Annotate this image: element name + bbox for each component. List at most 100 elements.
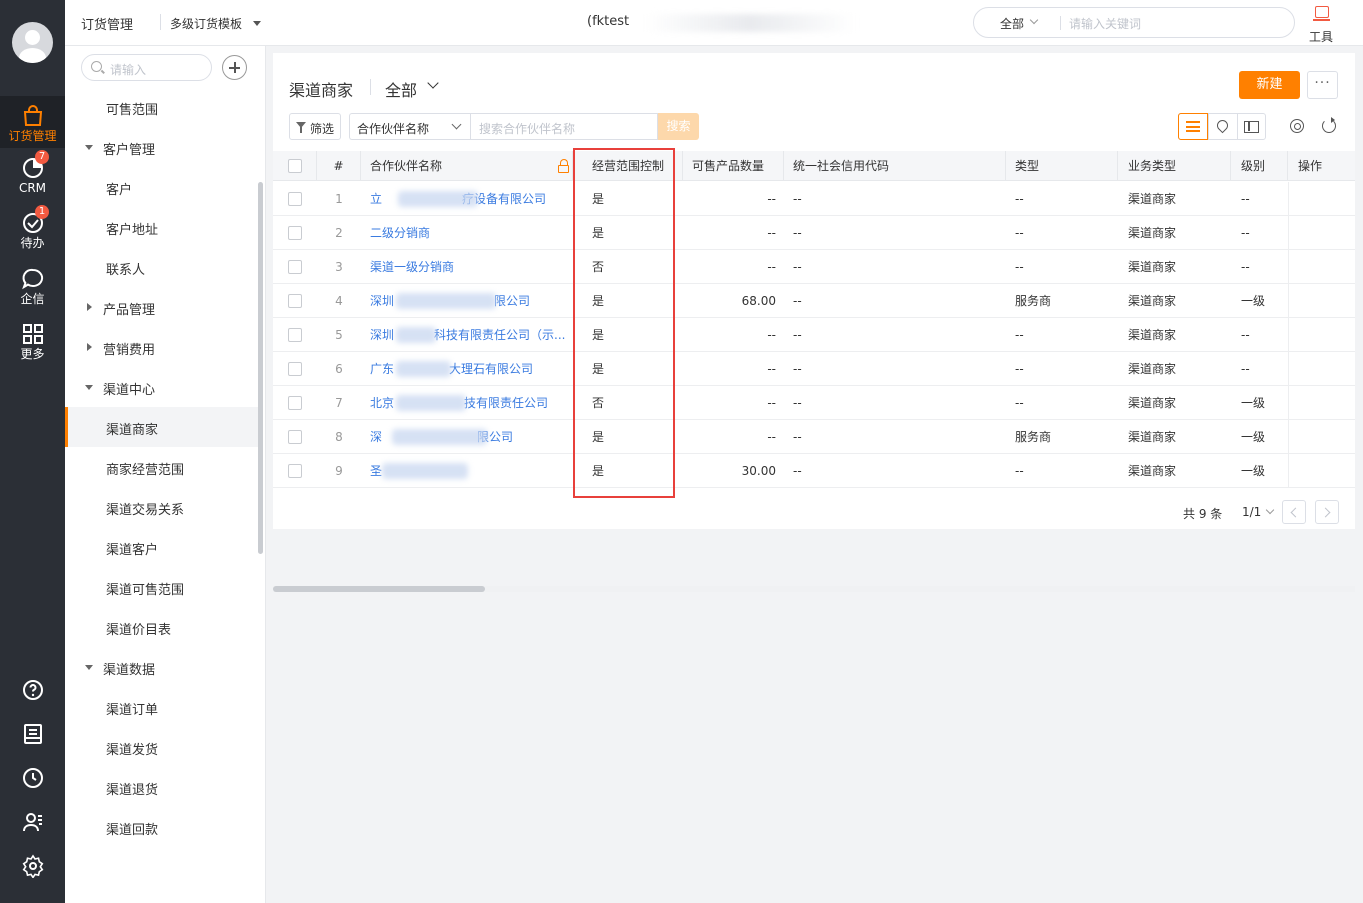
partner-name-link[interactable]: 深圳 限公司 (361, 284, 573, 317)
refresh-icon[interactable] (1322, 117, 1336, 133)
partner-name-link[interactable]: 圣 (361, 454, 573, 487)
partner-name-link[interactable]: 广东 大理石有限公司 (361, 352, 573, 385)
chevron-down-icon[interactable] (253, 21, 261, 26)
row-checkbox[interactable] (288, 464, 302, 478)
nav-item-customer-address[interactable]: 客户地址 (65, 207, 261, 247)
list-view-button[interactable] (1178, 113, 1208, 140)
search-button[interactable]: 搜索 (658, 113, 699, 140)
rail-item-order-management[interactable]: 订货管理 (0, 96, 65, 148)
nav-scrollbar[interactable] (258, 182, 263, 554)
table-row[interactable]: 1 立疗设备有限公司 是 -- -- -- 渠道商家 -- (273, 182, 1355, 216)
add-button[interactable] (222, 55, 247, 80)
nav-item-channel-return[interactable]: 渠道退货 (65, 767, 261, 807)
search-scope-select[interactable]: 全部 (1000, 15, 1024, 32)
nav-item-channel-sellable-scope[interactable]: 渠道可售范围 (65, 567, 261, 607)
row-checkbox[interactable] (288, 294, 302, 308)
partner-name-head: 深圳 (370, 294, 395, 308)
table-row[interactable]: 9 圣 是 30.00 -- -- 渠道商家 一级 (273, 454, 1355, 488)
col-header-type[interactable]: 类型 (1006, 151, 1118, 180)
table-row[interactable]: 7 北京 技有限责任公司 否 -- -- -- 渠道商家 一级 (273, 386, 1355, 420)
nav-group-marketing-expense[interactable]: 营销费用 (65, 327, 261, 367)
partner-name-link[interactable]: 渠道一级分销商 (361, 250, 573, 283)
clock-icon[interactable] (21, 766, 45, 790)
row-checkbox[interactable] (288, 192, 302, 206)
select-all-checkbox[interactable] (288, 159, 302, 173)
table-settings-icon[interactable] (1290, 119, 1304, 133)
nav-item-customer[interactable]: 客户 (65, 167, 261, 207)
table-row[interactable]: 3 渠道一级分销商 否 -- -- -- 渠道商家 -- (273, 250, 1355, 284)
credit-code-cell: -- (793, 464, 802, 478)
col-header-qty[interactable]: 可售产品数量 (683, 151, 784, 180)
row-checkbox[interactable] (288, 430, 302, 444)
more-actions-button[interactable]: ··· (1307, 71, 1338, 99)
partner-name-link[interactable]: 立疗设备有限公司 (361, 182, 573, 215)
nav-item-channel-trade-relation[interactable]: 渠道交易关系 (65, 487, 261, 527)
shopping-bag-icon (23, 105, 43, 126)
row-checkbox[interactable] (288, 226, 302, 240)
nav-item-channel-merchant[interactable]: 渠道商家 (65, 407, 261, 447)
map-view-button[interactable] (1209, 114, 1238, 139)
table-row[interactable]: 2 二级分销商 是 -- -- -- 渠道商家 -- (273, 216, 1355, 250)
partner-name-link[interactable]: 深圳 科技有限责任公司（示... (361, 318, 573, 351)
user-avatar[interactable] (12, 22, 53, 63)
col-header-scope[interactable]: 经营范围控制 (573, 151, 683, 180)
nav-item-contacts[interactable]: 联系人 (65, 247, 261, 287)
chevron-down-icon[interactable] (1029, 15, 1039, 25)
nav-group-channel-data[interactable]: 渠道数据 (65, 647, 261, 687)
row-checkbox[interactable] (288, 260, 302, 274)
partner-name-link[interactable]: 北京 技有限责任公司 (361, 386, 573, 419)
global-search-input[interactable]: 请输入关键词 (1069, 15, 1141, 32)
keyword-search-input[interactable]: 搜索合作伙伴名称 (470, 113, 658, 140)
row-checkbox[interactable] (288, 328, 302, 342)
search-field-select[interactable]: 合作伙伴名称 (349, 113, 470, 140)
partner-name-link[interactable]: 二级分销商 (361, 216, 573, 249)
nav-search-input[interactable]: 请输入 (81, 54, 212, 81)
template-selector[interactable]: 多级订货模板 (170, 15, 242, 32)
rail-item-todo[interactable]: 1 待办 (0, 203, 65, 255)
pager-next-button[interactable] (1315, 500, 1339, 524)
tools-button[interactable]: 工具 (1301, 4, 1341, 44)
col-header-code[interactable]: 统一社会信用代码 (784, 151, 1006, 180)
redacted-text (396, 327, 436, 343)
table-row[interactable]: 4 深圳 限公司 是 68.00 -- 服务商 渠道商家 一级 (273, 284, 1355, 318)
nav-item-channel-delivery[interactable]: 渠道发货 (65, 727, 261, 767)
split-view-button[interactable] (1238, 114, 1267, 139)
chevron-down-icon[interactable] (1265, 505, 1275, 515)
contacts-icon[interactable] (21, 810, 45, 834)
settings-icon[interactable] (21, 854, 45, 878)
row-checkbox[interactable] (288, 362, 302, 376)
table-hscroll-thumb[interactable] (273, 586, 485, 592)
pager-total: 共 9 条 (1183, 507, 1223, 521)
nav-item-label: 联系人 (106, 263, 146, 278)
nav-item-channel-payment[interactable]: 渠道回款 (65, 807, 261, 847)
nav-item-channel-price-list[interactable]: 渠道价目表 (65, 607, 261, 647)
notebook-icon[interactable] (21, 722, 45, 746)
new-button[interactable]: 新建 (1239, 71, 1300, 99)
table-row[interactable]: 5 深圳 科技有限责任公司（示... 是 -- -- -- 渠道商家 -- (273, 318, 1355, 352)
nav-item-sellable-scope[interactable]: 可售范围 (65, 87, 261, 127)
nav-item-channel-customer[interactable]: 渠道客户 (65, 527, 261, 567)
rail-item-messaging[interactable]: 企信 (0, 259, 65, 311)
partner-name-link[interactable]: 深限公司 (361, 420, 573, 453)
nav-item-channel-order[interactable]: 渠道订单 (65, 687, 261, 727)
scope-filter-select[interactable]: 全部 (385, 77, 417, 101)
rail-item-crm[interactable]: 7 CRM (0, 148, 65, 200)
lock-icon[interactable] (558, 159, 569, 173)
nav-group-product-management[interactable]: 产品管理 (65, 287, 261, 327)
pager-page-select[interactable]: 1/1 (1242, 505, 1261, 519)
table-row[interactable]: 6 广东 大理石有限公司 是 -- -- -- 渠道商家 -- (273, 352, 1355, 386)
nav-group-channel-center[interactable]: 渠道中心 (65, 367, 261, 407)
pager-prev-button[interactable] (1282, 500, 1306, 524)
filter-button[interactable]: 筛选 (289, 113, 341, 140)
col-header-biz[interactable]: 业务类型 (1118, 151, 1231, 180)
global-search[interactable]: 全部 请输入关键词 (973, 7, 1295, 38)
help-icon[interactable] (21, 678, 45, 702)
col-header-level[interactable]: 级别 (1231, 151, 1288, 180)
nav-item-merchant-business-scope[interactable]: 商家经营范围 (65, 447, 261, 487)
col-header-name[interactable]: 合作伙伴名称 (361, 151, 573, 180)
table-row[interactable]: 8 深限公司 是 -- -- 服务商 渠道商家 一级 (273, 420, 1355, 454)
chevron-down-icon[interactable] (427, 77, 439, 89)
nav-group-customer-management[interactable]: 客户管理 (65, 127, 261, 167)
row-checkbox[interactable] (288, 396, 302, 410)
rail-item-more[interactable]: 更多 (0, 314, 65, 366)
